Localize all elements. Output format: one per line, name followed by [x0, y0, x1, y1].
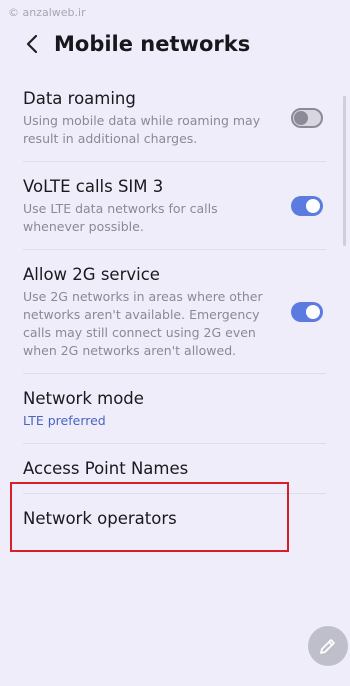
chevron-left-icon — [26, 34, 38, 54]
volte-calls-toggle[interactable] — [291, 196, 323, 216]
setting-subtitle: Use 2G networks in areas where other net… — [23, 289, 263, 358]
app-header: Mobile networks — [0, 26, 350, 62]
settings-list: Data roaming Using mobile data while roa… — [8, 74, 341, 544]
setting-title: VoLTE calls SIM 3 — [23, 177, 164, 196]
watermark: © anzalweb.ir — [8, 6, 86, 19]
setting-title: Access Point Names — [23, 459, 189, 478]
scrollbar[interactable] — [343, 96, 346, 246]
setting-title: Network mode — [23, 389, 144, 408]
network-mode-value: LTE preferred — [23, 413, 106, 428]
data-roaming-toggle[interactable] — [291, 108, 323, 128]
highlight-box — [10, 482, 289, 552]
setting-title: Allow 2G service — [23, 265, 160, 284]
setting-subtitle: Use LTE data networks for calls whenever… — [23, 201, 218, 234]
toggle-knob — [294, 111, 308, 125]
setting-network-mode[interactable]: Network mode LTE preferred — [8, 374, 341, 444]
toggle-knob — [306, 305, 320, 319]
allow-2g-toggle[interactable] — [291, 302, 323, 322]
back-button[interactable] — [12, 26, 52, 62]
setting-volte-calls[interactable]: VoLTE calls SIM 3 Use LTE data networks … — [8, 162, 341, 250]
setting-title: Data roaming — [23, 89, 136, 108]
setting-data-roaming[interactable]: Data roaming Using mobile data while roa… — [8, 74, 341, 162]
setting-subtitle: Using mobile data while roaming may resu… — [23, 113, 261, 146]
edit-fab[interactable] — [308, 626, 348, 666]
setting-allow-2g[interactable]: Allow 2G service Use 2G networks in area… — [8, 250, 341, 374]
toggle-knob — [306, 199, 320, 213]
pencil-icon — [320, 639, 335, 654]
page-title: Mobile networks — [54, 32, 251, 56]
